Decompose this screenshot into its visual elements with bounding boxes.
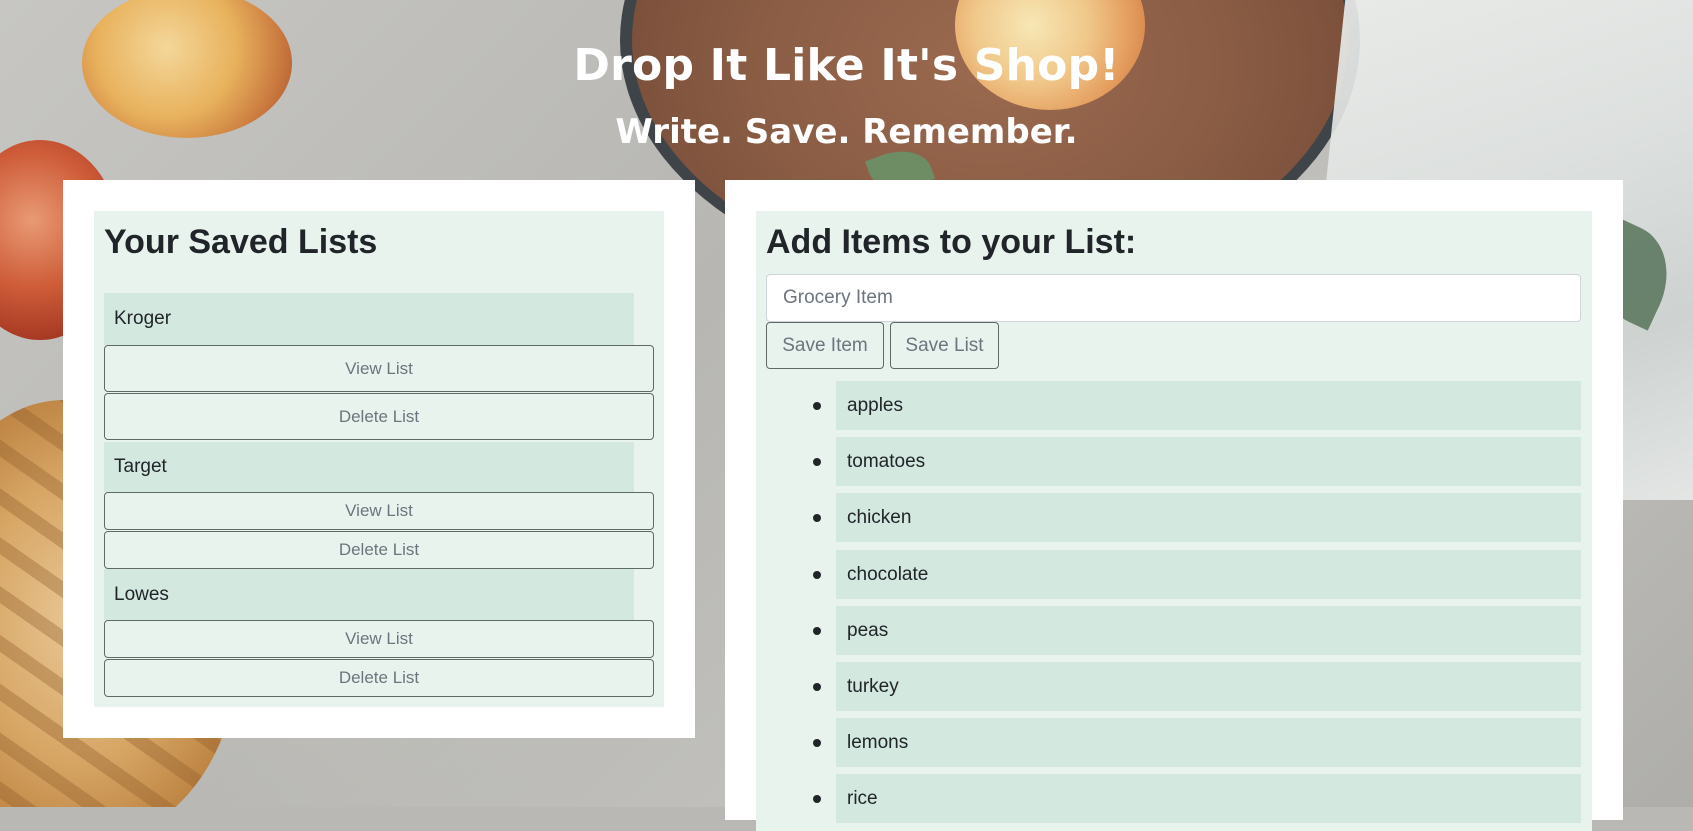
add-items-panel: Add Items to your List: Save Item Save L… bbox=[725, 180, 1623, 831]
list-item: tomatoes bbox=[836, 437, 1581, 486]
saved-lists-panel: Your Saved Lists Kroger View List Delete… bbox=[63, 180, 695, 738]
list-item: peas bbox=[836, 606, 1581, 655]
add-items-card: Add Items to your List: Save Item Save L… bbox=[756, 211, 1592, 831]
page-title: Drop It Like It's Shop! bbox=[573, 40, 1120, 91]
saved-lists-heading: Your Saved Lists bbox=[104, 223, 378, 261]
list-item: turkey bbox=[836, 662, 1581, 711]
list-bullet bbox=[813, 571, 821, 579]
list-bullet bbox=[813, 627, 821, 635]
saved-list-name: Lowes bbox=[104, 569, 634, 620]
list-item: apples bbox=[836, 381, 1581, 430]
delete-list-button[interactable]: Delete List bbox=[104, 531, 654, 569]
list-bullet bbox=[813, 795, 821, 803]
delete-list-button[interactable]: Delete List bbox=[104, 659, 654, 697]
list-bullet bbox=[813, 514, 821, 522]
view-list-button[interactable]: View List bbox=[104, 620, 654, 658]
page-subtitle: Write. Save. Remember. bbox=[615, 112, 1078, 152]
save-list-button[interactable]: Save List bbox=[890, 322, 999, 369]
delete-list-button[interactable]: Delete List bbox=[104, 393, 654, 440]
list-bullet bbox=[813, 402, 821, 410]
list-bullet bbox=[813, 683, 821, 691]
saved-list-name: Target bbox=[104, 442, 634, 492]
view-list-button[interactable]: View List bbox=[104, 345, 654, 392]
list-item: chocolate bbox=[836, 550, 1581, 599]
list-item: rice bbox=[836, 774, 1581, 823]
list-bullet bbox=[813, 458, 821, 466]
saved-lists-card: Your Saved Lists Kroger View List Delete… bbox=[94, 211, 664, 707]
view-list-button[interactable]: View List bbox=[104, 492, 654, 530]
list-item: chicken bbox=[836, 493, 1581, 542]
grocery-item-input[interactable] bbox=[766, 274, 1581, 322]
save-item-button[interactable]: Save Item bbox=[766, 322, 884, 369]
saved-list-name: Kroger bbox=[104, 293, 634, 345]
add-items-heading: Add Items to your List: bbox=[766, 223, 1137, 261]
list-bullet bbox=[813, 739, 821, 747]
list-item: lemons bbox=[836, 718, 1581, 767]
